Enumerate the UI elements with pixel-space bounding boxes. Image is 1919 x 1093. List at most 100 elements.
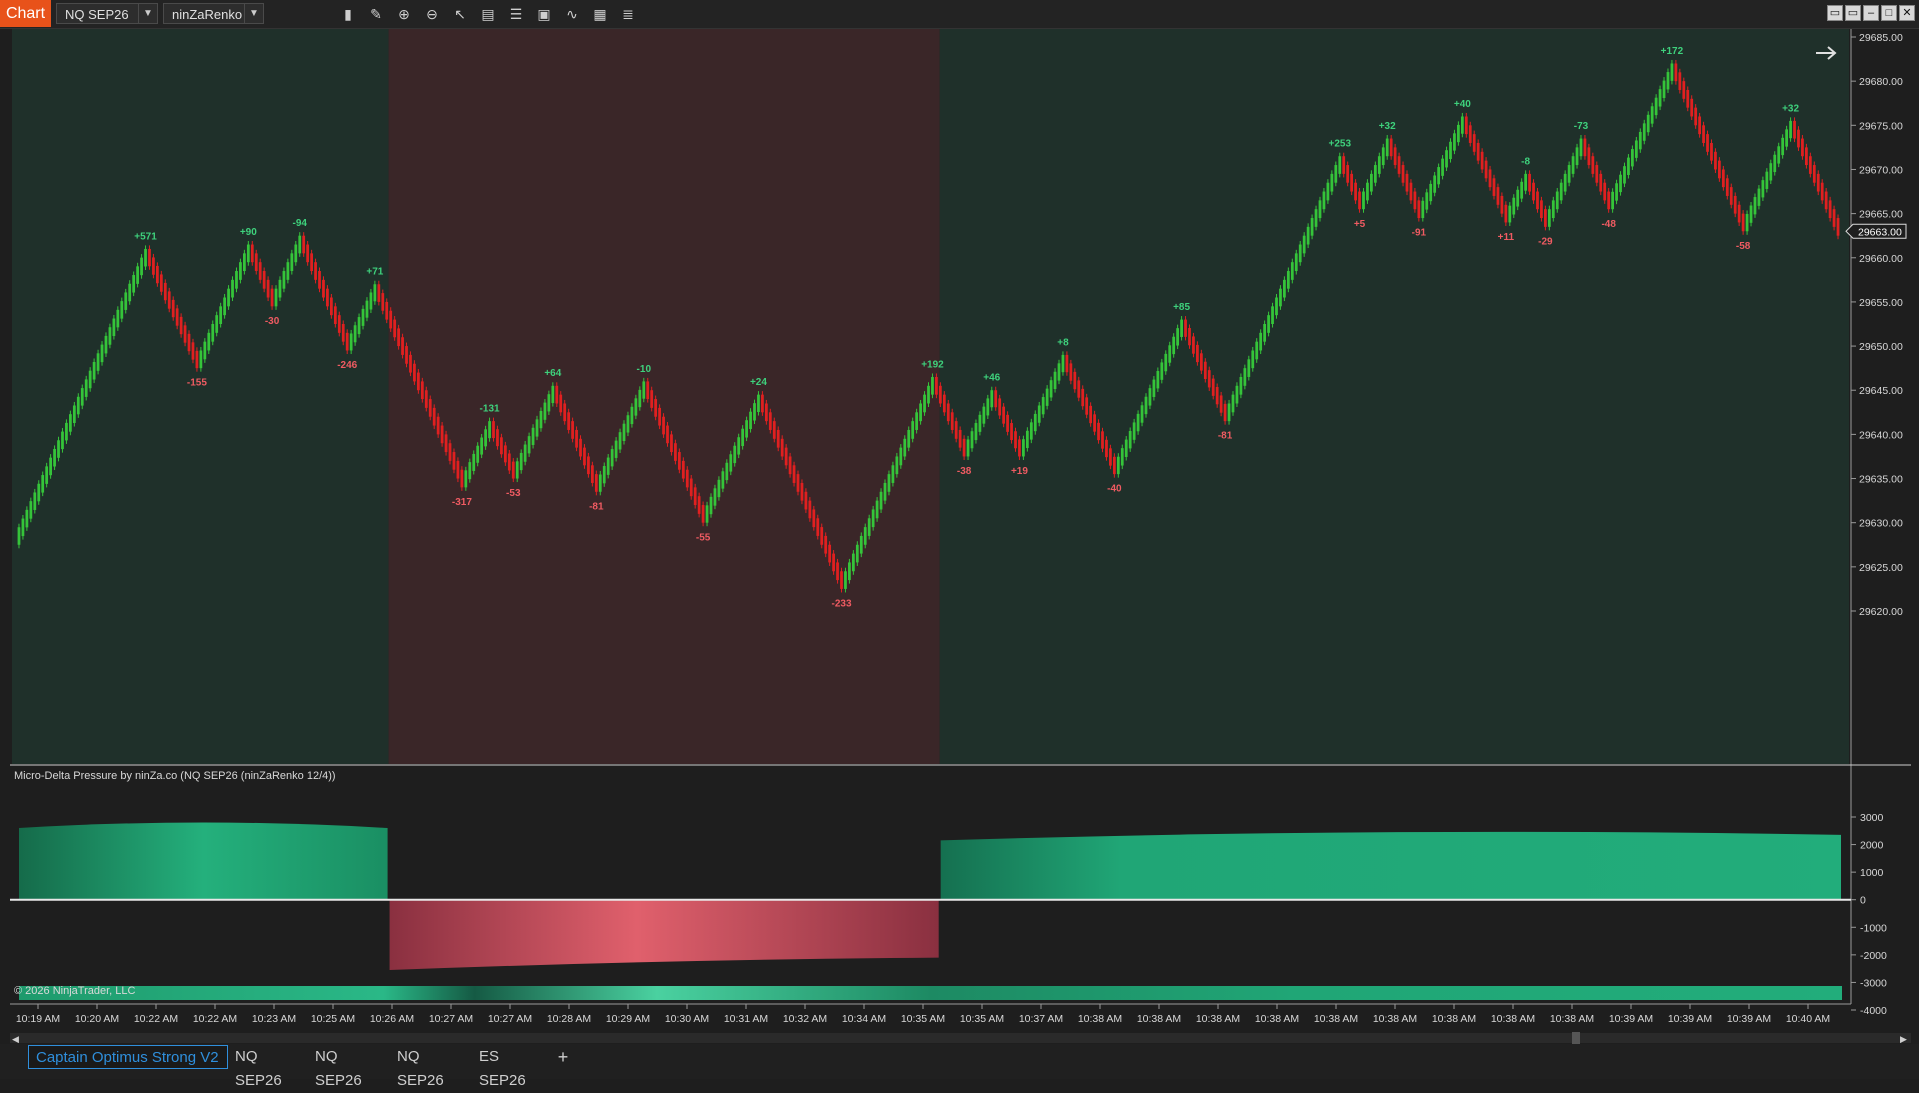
candle-body: [72, 405, 76, 424]
draw-pencil-icon[interactable]: ✎: [362, 4, 390, 24]
chart-area[interactable]: +571 -155 +90 -30 -94 -246 +71 -317 -131 -53 +64 -8…: [0, 29, 1919, 1044]
candle-body: [302, 235, 306, 254]
zoom-in-icon[interactable]: ⊕: [390, 4, 418, 24]
candle-body: [286, 262, 290, 280]
candle-body: [41, 475, 45, 493]
minimize-icon[interactable]: –: [1863, 5, 1879, 21]
candle-body: [583, 447, 586, 466]
tab-es-sep26[interactable]: ES SEP26: [472, 1045, 552, 1089]
candle-body: [1389, 138, 1393, 157]
candle-body: [116, 309, 120, 328]
candle-body: [1405, 173, 1409, 192]
tab-nq-sep26-3[interactable]: NQ SEP26: [390, 1045, 472, 1089]
candle-body: [424, 390, 428, 408]
candle-body: [1591, 156, 1595, 174]
candle-body: [1567, 165, 1571, 183]
candle-body: [1211, 378, 1215, 396]
swing-label: +40: [1454, 99, 1471, 110]
candle-body: [401, 337, 404, 355]
tab-nq-sep26-1[interactable]: NQ SEP26: [228, 1045, 308, 1089]
tab-captain-optimus[interactable]: Captain Optimus Strong V2: [28, 1045, 228, 1069]
properties-icon[interactable]: ▦: [586, 4, 614, 24]
candle-body: [341, 324, 345, 342]
bar-chart-icon[interactable]: ▮: [334, 4, 362, 24]
candle-body: [492, 421, 495, 439]
candle-body: [1318, 200, 1322, 219]
candle-body: [701, 505, 705, 523]
candle-body: [444, 434, 448, 453]
price-tick-label: 29675.00: [1859, 120, 1903, 132]
add-tab-button[interactable]: +: [553, 1045, 573, 1069]
candle-body: [986, 398, 990, 416]
candle-body: [1650, 106, 1654, 124]
bar-type-selector[interactable]: ninZaRenko 12/4 ▼: [163, 3, 264, 43]
time-tick-label: 10:35 AM: [960, 1013, 1004, 1025]
candle-body: [1480, 151, 1484, 170]
candle-body: [1670, 63, 1674, 81]
candle-body: [1453, 133, 1456, 151]
time-tick-label: 10:30 AM: [665, 1013, 709, 1025]
candle-body: [780, 438, 784, 457]
time-tick-label: 10:20 AM: [75, 1013, 119, 1025]
candle-body: [61, 431, 64, 450]
candle-body: [266, 279, 270, 298]
chevron-down-icon[interactable]: ▼: [138, 4, 157, 23]
candle-body: [1306, 226, 1310, 245]
restore-icon[interactable]: ▭: [1827, 5, 1843, 21]
swing-label: +46: [983, 373, 1000, 384]
candle-body: [1627, 157, 1630, 175]
candle-body: [1101, 431, 1104, 449]
swing-label: -40: [1107, 484, 1122, 495]
candle-body: [254, 253, 258, 272]
candle-body: [100, 344, 104, 363]
candle-body: [1128, 431, 1132, 449]
candle-body: [1662, 80, 1666, 98]
candle-body: [397, 328, 400, 347]
close-icon[interactable]: ✕: [1899, 5, 1915, 21]
candle-body: [851, 553, 855, 572]
scroll-left-icon[interactable]: ◀: [12, 1034, 19, 1044]
candle-body: [239, 262, 242, 280]
candle-body: [1109, 448, 1112, 466]
candle-body: [1385, 138, 1389, 157]
chevron-down-icon[interactable]: ▼: [244, 4, 263, 23]
chart-title-tab[interactable]: Chart: [0, 0, 51, 27]
maximize-icon[interactable]: □: [1881, 5, 1897, 21]
candle-body: [1037, 405, 1041, 423]
instrument-selector[interactable]: NQ SEP26 ▼: [56, 3, 158, 24]
zoom-out-icon[interactable]: ⊖: [418, 4, 446, 24]
list-icon[interactable]: ≣: [614, 4, 642, 24]
candle-body: [1678, 72, 1682, 90]
candle-body: [1682, 81, 1686, 99]
candle-body: [1631, 149, 1634, 167]
candle-body: [155, 265, 159, 284]
candle-body: [729, 454, 733, 472]
candle-body: [923, 394, 926, 413]
scroll-right-icon[interactable]: ▶: [1900, 1034, 1907, 1044]
time-tick-label: 10:38 AM: [1432, 1013, 1476, 1025]
pointer-icon[interactable]: ↖: [446, 4, 474, 24]
swing-label: +19: [1011, 466, 1028, 477]
candle-body: [1010, 423, 1013, 441]
candle-body: [227, 288, 230, 307]
candle-body: [211, 324, 215, 342]
indicators-icon[interactable]: ☰: [502, 4, 530, 24]
candle-body: [53, 448, 56, 467]
candle-body: [1203, 361, 1207, 379]
candle-body: [322, 279, 325, 298]
candle-body: [990, 390, 994, 408]
scrollbar-thumb[interactable]: [1572, 1032, 1580, 1044]
templates-icon[interactable]: ∿: [558, 4, 586, 24]
restore-icon[interactable]: ▭: [1845, 5, 1861, 21]
tab-nq-sep26-2[interactable]: NQ SEP26: [308, 1045, 390, 1089]
candle-body: [187, 333, 191, 352]
candle-body: [1615, 183, 1618, 201]
candle-body: [1271, 306, 1274, 324]
candle-body: [816, 518, 820, 536]
horizontal-scrollbar[interactable]: [10, 1033, 1911, 1043]
candle-body: [737, 437, 741, 455]
candle-body: [1061, 354, 1065, 373]
strategies-icon[interactable]: ▣: [530, 4, 558, 24]
candle-body: [163, 282, 167, 301]
data-box-icon[interactable]: ▤: [474, 4, 502, 24]
